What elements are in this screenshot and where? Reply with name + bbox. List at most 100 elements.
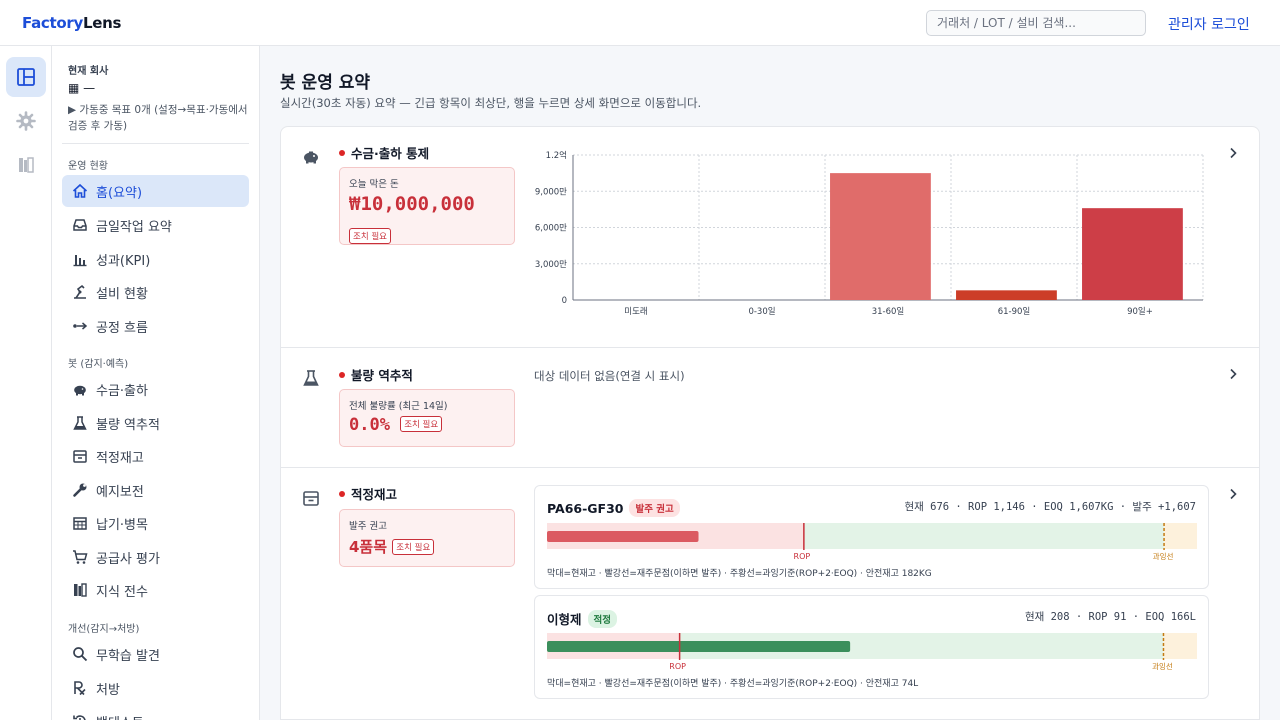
alert-dot: [339, 149, 345, 156]
icon-rail: [0, 46, 52, 720]
status-badge: 발주 권고: [629, 499, 680, 517]
box-icon: [303, 491, 319, 506]
defect-title-text: 불량 역추적: [351, 368, 413, 383]
sidebar-item-label: 무학습 발견: [96, 648, 160, 664]
sidebar-item-home[interactable]: 홈(요약): [62, 175, 249, 207]
sidebar-item-label: 처방: [96, 682, 120, 698]
stock-level-bar: ROP 과잉선: [547, 523, 1197, 561]
sidebar-item-prescription[interactable]: 처방: [62, 672, 249, 704]
inventory-item-name: PA66-GF30: [547, 501, 624, 516]
sidebar-item-label: 홈(요약): [96, 185, 143, 201]
chevron-right-icon[interactable]: [1225, 145, 1241, 161]
main-content: 봇 운영 요약 실시간(30초 자동) 요약 — 긴급 항목이 최상단, 행을 …: [260, 46, 1280, 720]
kpi-value-wrap: 4품목 조치 필요: [349, 536, 435, 557]
sidebar-item-label: 납기·병목: [96, 517, 148, 533]
admin-login-link[interactable]: 관리자 로그인: [1168, 14, 1250, 34]
calendar-icon: [70, 513, 90, 533]
kpi-value-wrap: 0.0% 조치 필요: [349, 415, 443, 435]
sidebar-item-backtest[interactable]: 백테스트: [62, 705, 249, 720]
app-logo[interactable]: FactoryLens: [22, 14, 121, 32]
sidebar-item-predictive-maintenance[interactable]: 예지보전: [62, 474, 249, 506]
rx-icon: [70, 678, 90, 698]
inventory-item-name-wrap: PA66-GF30 발주 권고: [547, 499, 680, 517]
book-icon: [70, 580, 90, 600]
search-input[interactable]: [926, 10, 1146, 36]
chevron-right-icon[interactable]: [1225, 486, 1241, 502]
rop-label: ROP: [669, 662, 686, 671]
x-tick-label: 31-60일: [872, 307, 905, 317]
inventory-legend: 막대=현재고 · 빨강선=재주문점(이하면 발주) · 주황선=과잉기준(ROP…: [547, 679, 919, 689]
inventory-item-stats: 현재 208 · ROP 91 · EOQ 166L: [1024, 611, 1196, 623]
collection-card-row[interactable]: 수금·출하 통제 오늘 막은 돈 ₩10,000,000 조치 필요 0 3,00…: [280, 126, 1260, 348]
machine-icon: [70, 282, 90, 302]
normal-zone: [803, 523, 1165, 549]
sidebar-divider: [62, 143, 249, 144]
x-tick-label: 61-90일: [998, 307, 1031, 317]
current-stock-bar: [547, 641, 851, 652]
rail-settings-button[interactable]: [6, 101, 46, 141]
collection-title: 수금·출하 통제: [339, 143, 429, 162]
piggy-bank-icon: [304, 151, 318, 164]
stock-level-bar: ROP 과잉선: [547, 633, 1197, 671]
sidebar-item-kpi[interactable]: 성과(KPI): [62, 243, 249, 275]
y-tick-label: 9,000만: [535, 187, 567, 197]
sidebar-section-operations: 운영 현황: [68, 161, 108, 172]
action-required-badge: 조치 필요: [400, 416, 443, 432]
bar-chart-icon: [70, 249, 90, 269]
company-name[interactable]: ▦ —: [68, 81, 95, 95]
inventory-title-text: 적정재고: [351, 487, 398, 502]
y-tick-label: 1.2억: [546, 150, 567, 161]
sidebar-item-equipment[interactable]: 설비 현황: [62, 276, 249, 308]
inventory-kpi-box: 발주 권고 4품목 조치 필요: [339, 509, 515, 567]
inventory-item-name-wrap: 이형제 적정: [547, 609, 617, 628]
overstock-zone: [1163, 633, 1197, 659]
sidebar-item-knowledge-transfer[interactable]: 지식 전수: [62, 574, 249, 606]
sidebar-item-collection[interactable]: 수금·출하: [62, 373, 249, 405]
sidebar-item-inventory[interactable]: 적정재고: [62, 440, 249, 472]
sidebar: 현재 회사 ▦ — ▶ 가동중 목표 0개 (설정→목표·가동에서 검증 후 가…: [52, 46, 260, 720]
bar: [830, 173, 931, 300]
rail-dashboard-button[interactable]: [6, 57, 46, 97]
y-tick-label: 0: [562, 296, 567, 306]
rail-knowledge-button[interactable]: [6, 145, 46, 185]
action-required-badge: 조치 필요: [392, 539, 435, 555]
piggy-bank-icon: [70, 379, 90, 399]
chevron-right-icon[interactable]: [1225, 366, 1241, 382]
sidebar-item-label: 수금·출하: [96, 383, 148, 399]
overstock-label: 과잉선: [1153, 551, 1174, 561]
company-hint: ▶ 가동중 목표 0개 (설정→목표·가동에서 검증 후 가동): [68, 104, 248, 132]
page-title: 봇 운영 요약: [280, 73, 371, 93]
inventory-card-row[interactable]: 적정재고 발주 권고 4품목 조치 필요 PA66-GF30 발주 권고 현재 6…: [280, 467, 1260, 720]
overstock-label: 과잉선: [1152, 661, 1173, 671]
sidebar-item-defect-trace[interactable]: 불량 역추적: [62, 407, 249, 439]
defect-title: 불량 역추적: [339, 365, 413, 384]
sidebar-item-label: 불량 역추적: [96, 417, 160, 433]
flask-icon: [70, 413, 90, 433]
inventory-item-card[interactable]: 이형제 적정 현재 208 · ROP 91 · EOQ 166L ROP 과잉선 …: [534, 595, 1209, 699]
sidebar-item-label: 백테스트: [96, 712, 144, 720]
y-tick-label: 6,000만: [535, 224, 567, 234]
current-stock-bar: [547, 531, 699, 542]
history-icon: [70, 711, 90, 720]
rop-label: ROP: [794, 552, 811, 561]
sidebar-item-label: 공급사 평가: [96, 551, 160, 567]
cart-icon: [70, 547, 90, 567]
overstock-zone: [1164, 523, 1197, 549]
sidebar-item-delivery-bottleneck[interactable]: 납기·병목: [62, 507, 249, 539]
aging-bar-chart: 0 3,000만 6,000만 9,000만 1.2억미도래 0-30일 31-60일 61-…: [535, 150, 1204, 317]
sidebar-item-unsupervised-discovery[interactable]: 무학습 발견: [62, 638, 249, 670]
home-icon: [70, 181, 90, 201]
kpi-label: 오늘 막은 돈: [349, 179, 399, 190]
sidebar-item-process-flow[interactable]: 공정 흐름: [62, 310, 249, 342]
alert-dot: [339, 490, 345, 497]
flask-icon: [303, 370, 319, 386]
defect-card-row[interactable]: 불량 역추적 전체 불량률 (최근 14일) 0.0% 조치 필요 대상 데이터…: [280, 348, 1260, 468]
inventory-legend: 막대=현재고 · 빨강선=재주문점(이하면 발주) · 주황선=과잉기준(ROP…: [547, 569, 932, 579]
x-tick-label: 0-30일: [748, 307, 775, 317]
sidebar-item-today-summary[interactable]: 금일작업 요약: [62, 209, 249, 241]
sidebar-item-label: 예지보전: [96, 484, 144, 500]
page-subtitle: 실시간(30초 자동) 요약 — 긴급 항목이 최상단, 행을 누르면 상세 화…: [280, 96, 702, 110]
inventory-item-card[interactable]: PA66-GF30 발주 권고 현재 676 · ROP 1,146 · EOQ …: [534, 485, 1209, 589]
sidebar-item-supplier-rating[interactable]: 공급사 평가: [62, 541, 249, 573]
kpi-value: 0.0%: [349, 415, 390, 435]
